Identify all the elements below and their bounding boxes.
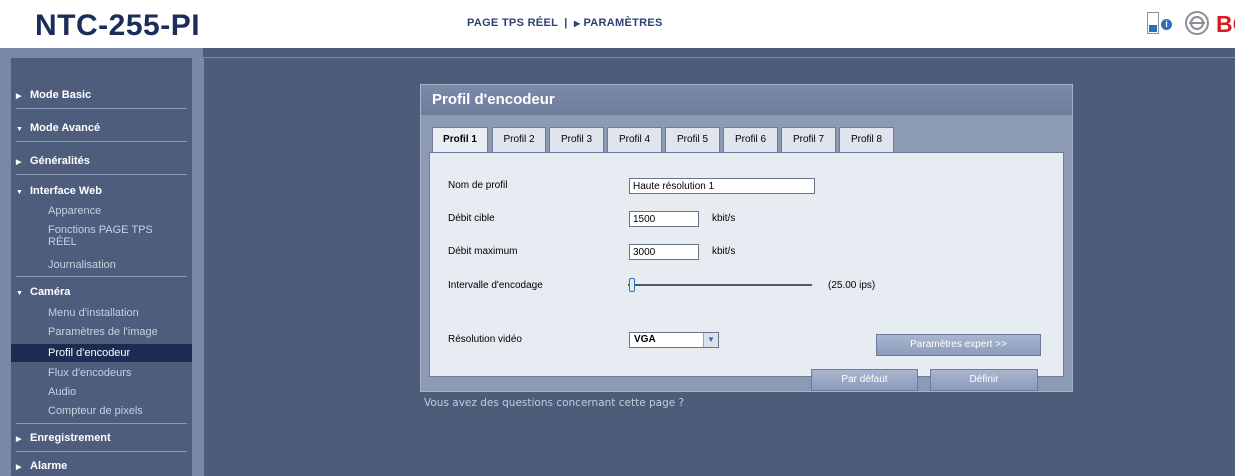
- panel-body: Profil 1 Profil 2 Profil 3 Profil 4 Prof…: [429, 127, 1066, 391]
- brand-logo-text: BO: [1216, 11, 1235, 37]
- brand-logo-icon: [1185, 11, 1209, 35]
- tab-profile-2[interactable]: Profil 2: [492, 127, 546, 152]
- tab-profile-4[interactable]: Profil 4: [607, 127, 662, 152]
- max-rate-unit: kbit/s: [712, 246, 736, 257]
- divider: [16, 141, 187, 142]
- nav-settings-link[interactable]: ▶ PARAMÈTRES: [574, 17, 663, 29]
- chevron-down-icon: ▼: [16, 290, 23, 297]
- nav-settings-label: PARAMÈTRES: [583, 17, 663, 29]
- sidebar-general-label: Généralités: [30, 155, 90, 167]
- sidebar-alarm[interactable]: ▶ Alarme: [16, 460, 186, 472]
- video-resolution-select[interactable]: VGA ▼: [629, 332, 719, 348]
- max-rate-label: Débit maximum: [448, 246, 518, 257]
- chevron-right-icon: ▶: [16, 436, 22, 443]
- video-resolution-label: Résolution vidéo: [448, 334, 522, 345]
- divider: [16, 423, 187, 424]
- divider: [16, 174, 187, 175]
- encoder-profile-panel: Profil d'encodeur Profil 1 Profil 2 Prof…: [420, 84, 1073, 392]
- sidebar-recording[interactable]: ▶ Enregistrement: [16, 432, 186, 444]
- target-rate-unit: kbit/s: [712, 213, 736, 224]
- sidebar-item-audio[interactable]: Audio: [48, 386, 188, 398]
- chevron-right-icon: ▶: [16, 464, 22, 471]
- sidebar-mode-advanced-label: Mode Avancé: [30, 122, 101, 134]
- sidebar-mode-basic-label: Mode Basic: [30, 89, 92, 101]
- profile-name-label: Nom de profil: [448, 180, 508, 191]
- tab-profile-3[interactable]: Profil 3: [549, 127, 604, 152]
- encoding-interval-slider[interactable]: [628, 284, 812, 286]
- sidebar-item-pixel-counter[interactable]: Compteur de pixels: [48, 405, 188, 417]
- divider: [16, 276, 187, 277]
- help-link[interactable]: Vous avez des questions concernant cette…: [424, 397, 684, 409]
- chevron-down-icon: ▼: [16, 126, 23, 133]
- sidebar-camera-label: Caméra: [30, 286, 71, 298]
- target-rate-input[interactable]: [629, 211, 699, 227]
- sidebar-item-installation-menu[interactable]: Menu d'installation: [48, 307, 188, 319]
- chevron-down-icon: ▼: [16, 189, 23, 196]
- sidebar-web-interface-label: Interface Web: [30, 185, 102, 197]
- sidebar-alarm-label: Alarme: [30, 460, 68, 472]
- sidebar-camera[interactable]: ▼ Caméra: [16, 286, 186, 298]
- device-status-icon: [1147, 12, 1159, 34]
- nav-arrow-icon: ▶: [574, 19, 581, 28]
- encoding-interval-value: (25.00 ips): [828, 280, 876, 291]
- sidebar-item-appearance[interactable]: Apparence: [48, 205, 188, 217]
- header: NTC-255-PI PAGE TPS RÉEL | ▶ PARAMÈTRES i…: [0, 0, 1235, 48]
- sidebar-recording-label: Enregistrement: [30, 432, 111, 444]
- tab-profile-1[interactable]: Profil 1: [432, 127, 488, 153]
- profile-name-input[interactable]: [629, 178, 815, 194]
- sidebar-item-logging[interactable]: Journalisation: [48, 259, 188, 271]
- chevron-right-icon: ▶: [16, 159, 22, 166]
- panel-title: Profil d'encodeur: [432, 91, 555, 108]
- info-icon[interactable]: i: [1161, 19, 1172, 30]
- set-button[interactable]: Définir: [930, 369, 1038, 391]
- app-title: NTC-255-PI: [35, 9, 201, 42]
- top-nav: PAGE TPS RÉEL | ▶ PARAMÈTRES: [467, 17, 663, 29]
- nav-separator: |: [564, 17, 568, 29]
- default-button[interactable]: Par défaut: [811, 369, 918, 391]
- encoding-interval-label: Intervalle d'encodage: [448, 280, 543, 291]
- tab-profile-8[interactable]: Profil 8: [839, 127, 894, 152]
- max-rate-input[interactable]: [629, 244, 699, 260]
- tab-content: Nom de profil Débit cible kbit/s Débit m…: [429, 152, 1064, 391]
- slider-handle[interactable]: [629, 278, 635, 292]
- chevron-right-icon: ▶: [16, 93, 22, 100]
- expert-settings-button[interactable]: Paramètres expert >>: [876, 334, 1041, 356]
- sidebar-web-interface[interactable]: ▼ Interface Web: [16, 185, 186, 197]
- sidebar-item-image-settings[interactable]: Paramètres de l'image: [48, 326, 188, 338]
- target-rate-label: Débit cible: [448, 213, 495, 224]
- sidebar-item-encoder-profile[interactable]: Profil d'encodeur: [11, 344, 192, 362]
- sidebar-item-live-functions[interactable]: Fonctions PAGE TPS RÉEL: [48, 224, 183, 248]
- sidebar-item-encoder-streams[interactable]: Flux d'encodeurs: [48, 367, 188, 379]
- divider: [16, 108, 187, 109]
- divider: [16, 451, 187, 452]
- sidebar: ▶ Mode Basic ▼ Mode Avancé ▶ Généralités ▼ I…: [11, 58, 192, 476]
- tab-profile-7[interactable]: Profil 7: [781, 127, 836, 152]
- panel-header: Profil d'encodeur: [421, 85, 1072, 115]
- chevron-down-icon: ▼: [703, 333, 718, 347]
- nav-live-page-link[interactable]: PAGE TPS RÉEL: [467, 17, 558, 29]
- sidebar-mode-advanced[interactable]: ▼ Mode Avancé: [16, 122, 186, 134]
- tab-profile-6[interactable]: Profil 6: [723, 127, 778, 152]
- sidebar-general[interactable]: ▶ Généralités: [16, 155, 186, 167]
- tab-profile-5[interactable]: Profil 5: [665, 127, 720, 152]
- sidebar-mode-basic[interactable]: ▶ Mode Basic: [16, 89, 186, 101]
- video-resolution-value: VGA: [634, 334, 656, 345]
